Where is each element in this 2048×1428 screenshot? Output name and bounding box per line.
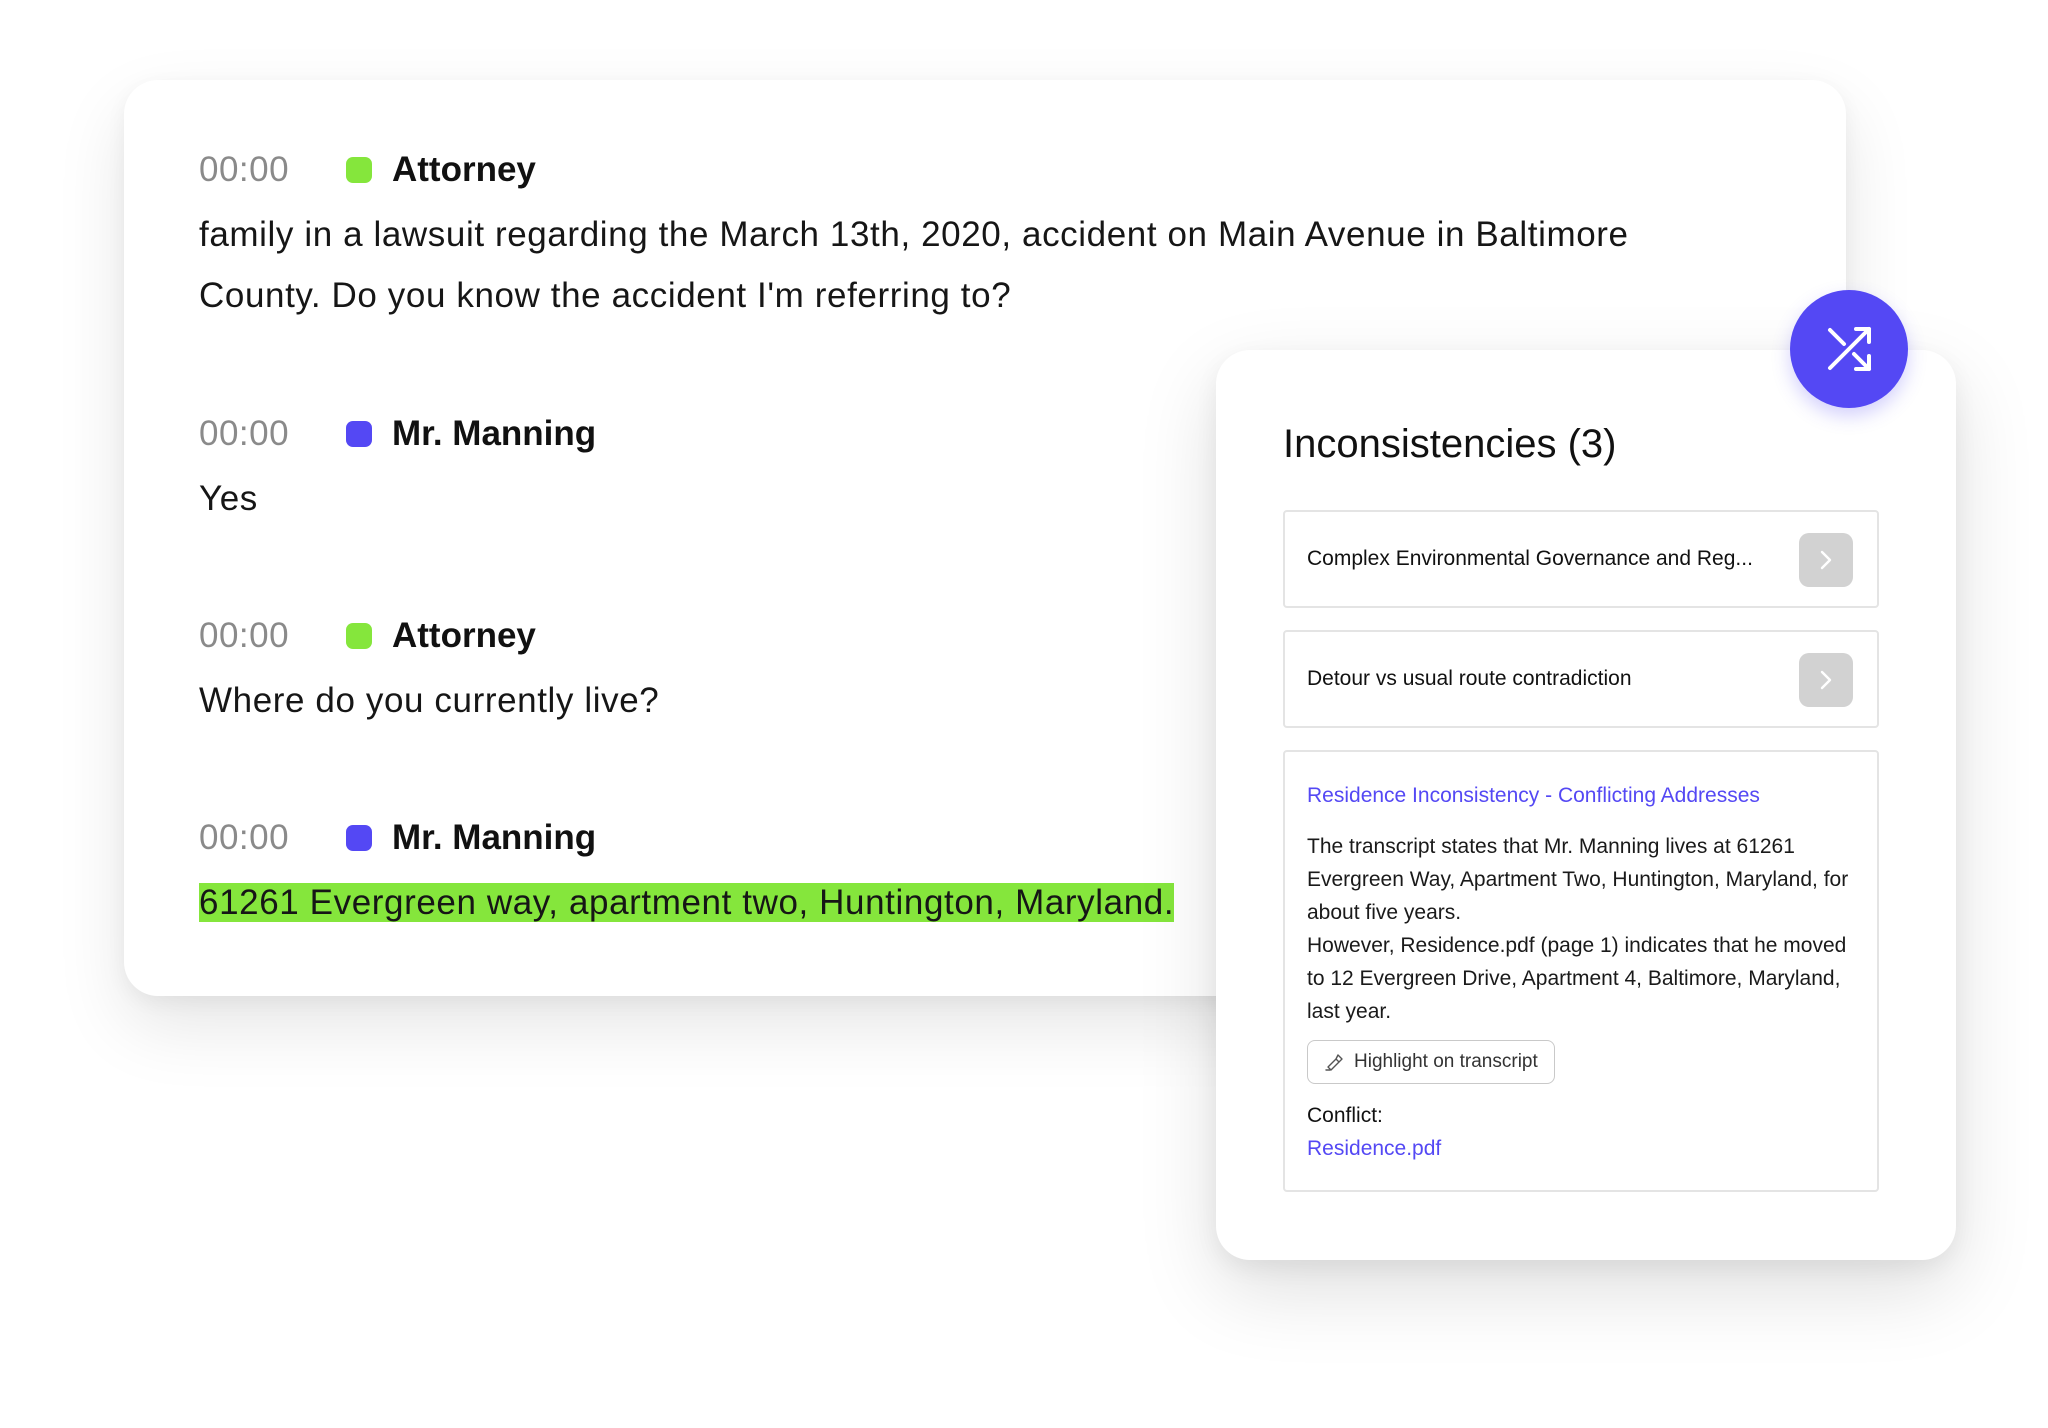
inconsistency-item-label: Detour vs usual route contradiction xyxy=(1307,667,1632,690)
inconsistency-item[interactable]: Complex Environmental Governance and Reg… xyxy=(1283,510,1879,608)
speaker-name: Mr. Manning xyxy=(392,414,597,453)
entry-header: 00:00 Mr. Manning xyxy=(199,414,596,454)
highlight-button-label: Highlight on transcript xyxy=(1354,1051,1538,1072)
chevron-right-icon xyxy=(1820,550,1832,570)
transcript-entry: 00:00 Attorney Where do you currently li… xyxy=(199,616,659,731)
utterance-line: Yes xyxy=(199,479,258,518)
timestamp[interactable]: 00:00 xyxy=(199,818,346,858)
inconsistency-item[interactable]: Detour vs usual route contradiction xyxy=(1283,630,1879,728)
utterance[interactable]: Where do you currently live? xyxy=(199,670,659,731)
conflict-label: Conflict: xyxy=(1307,1104,1383,1127)
detail-body: The transcript states that Mr. Manning l… xyxy=(1307,830,1867,1028)
inconsistency-detail: Residence Inconsistency - Conflicting Ad… xyxy=(1283,750,1879,1192)
transcript-entry: 00:00 Attorney family in a lawsuit regar… xyxy=(199,150,1629,326)
timestamp[interactable]: 00:00 xyxy=(199,616,346,656)
detail-paragraph: However, Residence.pdf (page 1) indicate… xyxy=(1307,934,1847,1023)
utterance-line: County. Do you know the accident I'm ref… xyxy=(199,276,1012,315)
utterance-line: family in a lawsuit regarding the March … xyxy=(199,215,1629,254)
utterance-highlighted[interactable]: 61261 Evergreen way, apartment two, Hunt… xyxy=(199,876,1175,930)
timestamp[interactable]: 00:00 xyxy=(199,150,346,190)
entry-header: 00:00 Mr. Manning xyxy=(199,818,1174,858)
speaker-name: Attorney xyxy=(392,616,536,655)
entry-header: 00:00 Attorney xyxy=(199,150,1629,190)
highlight-on-transcript-button[interactable]: Highlight on transcript xyxy=(1307,1040,1555,1084)
entry-header: 00:00 Attorney xyxy=(199,616,659,656)
open-item-button[interactable] xyxy=(1799,533,1853,587)
utterance-line: Where do you currently live? xyxy=(199,681,660,720)
transcript-entry: 00:00 Mr. Manning 61261 Evergreen way, a… xyxy=(199,818,1175,930)
inconsistency-item-label: Complex Environmental Governance and Reg… xyxy=(1307,547,1753,570)
panel-title: Inconsistencies (3) xyxy=(1283,422,1617,466)
inconsistencies-panel: Inconsistencies (3) Complex Environmenta… xyxy=(1216,350,1956,1260)
speaker-name: Attorney xyxy=(392,150,536,189)
highlighter-icon xyxy=(1325,1054,1343,1071)
open-item-button[interactable] xyxy=(1799,653,1853,707)
speaker-name: Mr. Manning xyxy=(392,818,597,857)
utterance[interactable]: Yes xyxy=(199,468,596,529)
transcript-entry: 00:00 Mr. Manning Yes xyxy=(199,414,596,529)
detail-title[interactable]: Residence Inconsistency - Conflicting Ad… xyxy=(1307,784,1760,808)
timestamp[interactable]: 00:00 xyxy=(199,414,346,454)
shuffle-button[interactable] xyxy=(1790,290,1908,408)
stage: 00:00 Attorney family in a lawsuit regar… xyxy=(0,0,2048,1428)
detail-paragraph: The transcript states that Mr. Manning l… xyxy=(1307,835,1849,924)
attorney-speaker-dot xyxy=(346,623,372,649)
highlighted-utterance-line: 61261 Evergreen way, apartment two, Hunt… xyxy=(199,883,1175,922)
witness-speaker-dot xyxy=(346,825,372,851)
conflict-file-link[interactable]: Residence.pdf xyxy=(1307,1137,1441,1161)
shuffle-icon xyxy=(1828,327,1871,371)
witness-speaker-dot xyxy=(346,421,372,447)
utterance[interactable]: family in a lawsuit regarding the March … xyxy=(199,204,1629,326)
chevron-right-icon xyxy=(1820,670,1832,690)
attorney-speaker-dot xyxy=(346,157,372,183)
